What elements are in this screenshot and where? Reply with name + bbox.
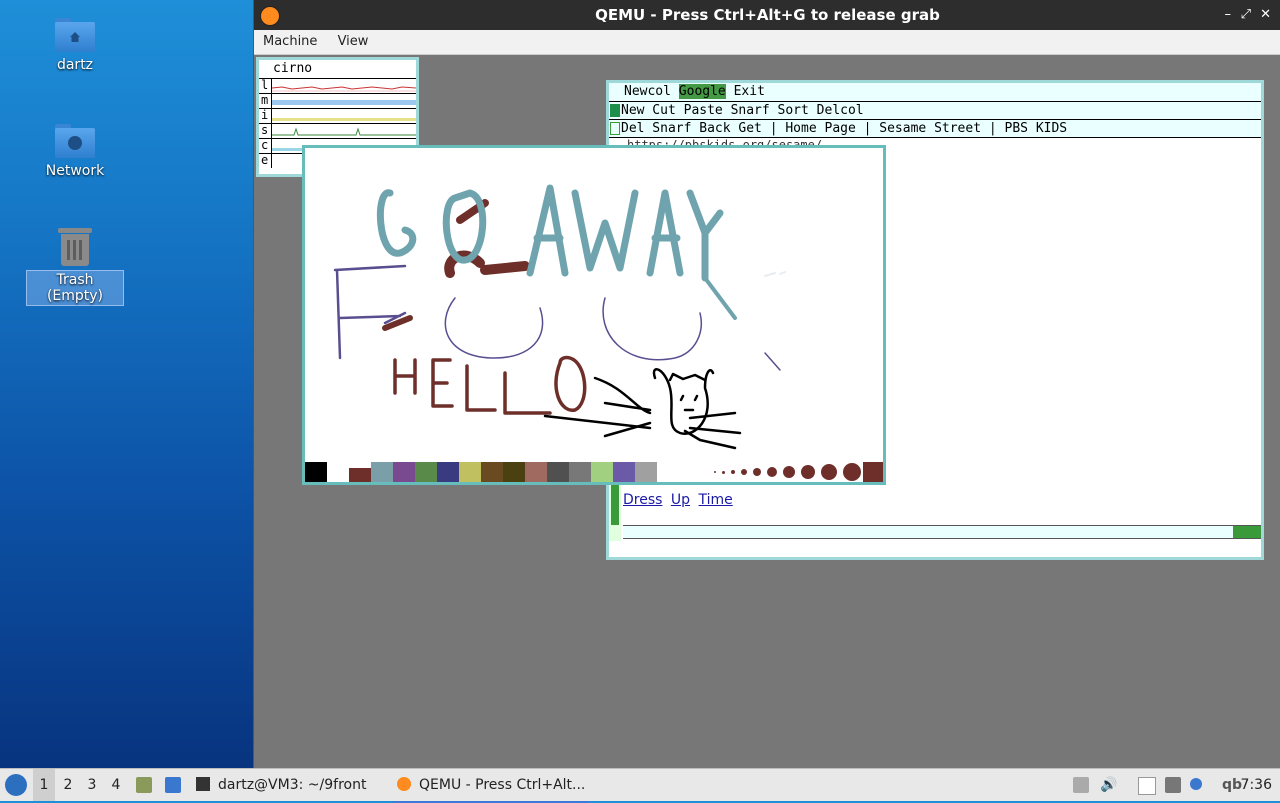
link-up[interactable]: Up [671, 492, 690, 508]
stats-graph [271, 109, 416, 123]
brush-size[interactable] [722, 470, 725, 474]
paint-window[interactable] [302, 145, 886, 485]
desktop-icon-label: Trash (Empty) [26, 270, 124, 306]
palette-swatch[interactable] [371, 462, 393, 482]
close-button[interactable]: ✕ [1260, 0, 1271, 30]
palette-swatch[interactable] [349, 468, 371, 482]
acme-window-tag[interactable]: Del Snarf Back Get | Home Page | Sesame … [609, 119, 1261, 138]
stats-row-label: m [261, 93, 269, 107]
color-palette [305, 462, 883, 482]
stats-row-label: e [261, 153, 269, 167]
clock[interactable]: 7:36 [1241, 769, 1272, 801]
menu-view[interactable]: View [338, 34, 369, 49]
task-label: QEMU - Press Ctrl+Alt... [419, 777, 586, 793]
taskbar: 1 2 3 4 dartz@VM3: ~/9front QEMU - Press… [0, 768, 1280, 803]
tag-newcol[interactable]: Newcol [624, 84, 671, 99]
acme-main-tag: Newcol Google Exit [609, 83, 1261, 101]
brush-size[interactable] [843, 463, 861, 481]
column-box[interactable] [610, 104, 620, 117]
page-links: Dress Up Time [623, 492, 737, 508]
palette-swatch[interactable] [569, 462, 591, 482]
palette-swatch[interactable] [415, 462, 437, 482]
menu-machine[interactable]: Machine [263, 34, 317, 49]
menu-bar: Machine View [254, 30, 1280, 55]
show-desktop-icon[interactable] [165, 777, 181, 793]
column-tag-text[interactable]: New Cut Paste Snarf Sort Delcol [621, 103, 864, 118]
qemu-icon [260, 6, 280, 26]
palette-swatch[interactable] [591, 462, 613, 482]
task-label: dartz@VM3: ~/9front [218, 777, 367, 793]
tray-text[interactable]: qb [1222, 769, 1242, 801]
qemu-icon [397, 777, 411, 791]
hscroll-thumb[interactable] [1233, 526, 1261, 538]
minimize-button[interactable]: – [1225, 0, 1232, 30]
brush-size[interactable] [731, 470, 735, 474]
palette-swatch[interactable] [393, 462, 415, 482]
desktop-icon-label: Network [45, 163, 105, 179]
tag-exit[interactable]: Exit [734, 84, 765, 99]
network-folder-icon [55, 124, 95, 158]
task-qemu[interactable]: QEMU - Press Ctrl+Alt... [393, 769, 590, 803]
terminal-icon [196, 777, 210, 791]
palette-swatch[interactable] [481, 462, 503, 482]
desktop-icon-home[interactable]: dartz [26, 18, 124, 74]
stats-graph [271, 94, 416, 108]
palette-swatch[interactable] [437, 462, 459, 482]
brush-size[interactable] [767, 467, 777, 477]
horizontal-scrollbar[interactable] [623, 525, 1261, 539]
task-terminal[interactable]: dartz@VM3: ~/9front [196, 769, 366, 801]
stats-row-label: l [261, 78, 269, 92]
palette-swatch[interactable] [525, 462, 547, 482]
desktop-icon-trash[interactable]: Trash (Empty) [26, 226, 124, 306]
stats-graph [271, 79, 417, 93]
workspace-3[interactable]: 3 [81, 769, 103, 801]
window-title: QEMU - Press Ctrl+Alt+G to release grab [595, 6, 940, 24]
home-folder-icon [55, 18, 95, 52]
palette-swatch[interactable] [503, 462, 525, 482]
desktop-icon-network[interactable]: Network [26, 124, 124, 180]
stats-row-label: c [261, 138, 269, 152]
window-tag-text[interactable]: Del Snarf Back Get | Home Page | Sesame … [621, 121, 1067, 136]
acme-column-tag[interactable]: New Cut Paste Snarf Sort Delcol [609, 101, 1261, 119]
workspace-4[interactable]: 4 [105, 769, 127, 801]
brush-size[interactable] [783, 466, 795, 478]
network-icon[interactable] [1165, 777, 1181, 793]
start-menu-icon[interactable] [5, 774, 27, 796]
current-color-indicator [863, 462, 883, 482]
notification-icon[interactable] [1190, 778, 1202, 790]
palette-swatch[interactable] [547, 462, 569, 482]
workspace-1[interactable]: 1 [33, 769, 55, 801]
qemu-window[interactable]: QEMU - Press Ctrl+Alt+G to release grab … [253, 0, 1280, 768]
drawing-canvas[interactable] [305, 148, 883, 462]
palette-swatch[interactable] [635, 462, 657, 482]
palette-swatch[interactable] [305, 462, 327, 482]
brush-size[interactable] [741, 469, 747, 475]
brush-size[interactable] [714, 471, 716, 473]
file-manager-icon[interactable] [136, 777, 152, 793]
stats-hostname: cirno [259, 60, 416, 79]
tag-google[interactable]: Google [678, 84, 726, 99]
brush-size[interactable] [821, 464, 837, 480]
link-dress[interactable]: Dress [623, 492, 662, 508]
clipboard-icon[interactable] [1138, 777, 1156, 795]
workspace-2[interactable]: 2 [57, 769, 79, 801]
stats-row-label: s [261, 123, 269, 137]
palette-swatch[interactable] [459, 462, 481, 482]
scrollbar-thumb[interactable] [611, 485, 619, 525]
palette-swatch[interactable] [613, 462, 635, 482]
volume-icon[interactable]: 🔊 [1100, 777, 1117, 793]
desktop-icon-label: dartz [56, 57, 94, 73]
window-titlebar[interactable]: QEMU - Press Ctrl+Alt+G to release grab … [254, 0, 1280, 30]
stats-graph [271, 124, 416, 138]
stats-row-label: i [261, 108, 269, 122]
palette-swatch[interactable] [327, 462, 349, 482]
eject-icon[interactable] [1073, 777, 1089, 793]
brush-size[interactable] [753, 468, 761, 476]
link-time[interactable]: Time [698, 492, 732, 508]
window-box[interactable] [610, 122, 620, 135]
trash-icon [58, 226, 92, 266]
maximize-button[interactable]: ⤢ [1241, 0, 1251, 30]
brush-size[interactable] [801, 465, 815, 479]
